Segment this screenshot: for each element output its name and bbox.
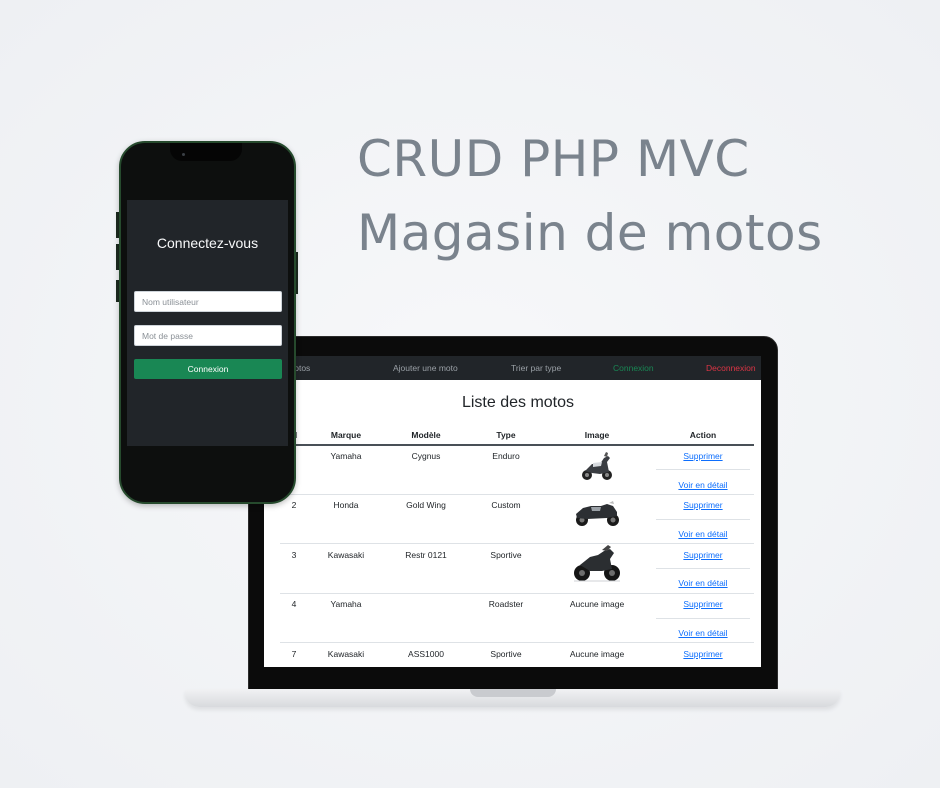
- column-header-modele: Modèle: [411, 430, 441, 440]
- password-input[interactable]: Mot de passe: [134, 325, 282, 346]
- detail-link[interactable]: Voir en détail: [667, 480, 739, 490]
- login-title: Connectez-vous: [156, 235, 259, 251]
- cell-modele: ASS1000: [408, 649, 444, 659]
- detail-link[interactable]: Voir en détail: [667, 628, 739, 638]
- headline-line-1: CRUD PHP MVC: [357, 130, 750, 188]
- scooter-image: [582, 452, 612, 480]
- cell-marque: Yamaha: [330, 599, 362, 609]
- delete-link[interactable]: Supprimer: [667, 649, 739, 659]
- column-header-marque: Marque: [330, 430, 362, 440]
- cell-marque: Kawasaki: [327, 550, 365, 560]
- delete-link[interactable]: Supprimer: [667, 550, 739, 560]
- cell-image-missing: Aucune image: [569, 649, 625, 659]
- delete-link[interactable]: Supprimer: [667, 599, 739, 609]
- detail-link[interactable]: Voir en détail: [667, 578, 739, 588]
- navbar: e des motos Ajouter une moto Trier par t…: [264, 356, 761, 380]
- row-divider: [280, 642, 754, 643]
- cell-image-missing: Aucune image: [569, 599, 625, 609]
- detail-link[interactable]: Voir en détail: [667, 529, 739, 539]
- cell-marque: Yamaha: [330, 451, 362, 461]
- phone-camera: [182, 153, 185, 156]
- delete-link[interactable]: Supprimer: [667, 451, 739, 461]
- laptop-notch: [470, 689, 556, 697]
- action-divider: [656, 568, 750, 569]
- page-title: Liste des motos: [461, 394, 575, 411]
- cell-id: 3: [291, 550, 297, 560]
- nav-item-ajouter[interactable]: Ajouter une moto: [393, 363, 458, 373]
- cell-id: 7: [291, 649, 297, 659]
- delete-link[interactable]: Supprimer: [667, 500, 739, 510]
- cell-type: Roadster: [488, 599, 524, 609]
- cell-id: 4: [291, 599, 297, 609]
- row-divider: [280, 494, 754, 495]
- nav-item-trier[interactable]: Trier par type: [511, 363, 561, 373]
- cell-id: 2: [291, 500, 297, 510]
- cell-marque: Honda: [333, 500, 359, 510]
- cell-modele: Cygnus: [411, 451, 441, 461]
- naked-bike-image: [574, 545, 620, 582]
- cell-modele: Gold Wing: [406, 500, 446, 510]
- action-divider: [656, 519, 750, 520]
- cell-type: Custom: [491, 500, 521, 510]
- row-divider: [280, 593, 754, 594]
- column-header-type: Type: [496, 430, 516, 440]
- cell-type: Enduro: [492, 451, 520, 461]
- column-header-action: Action: [689, 430, 717, 440]
- login-button[interactable]: Connexion: [134, 359, 282, 379]
- nav-item-deconnexion[interactable]: Deconnexion: [706, 363, 756, 373]
- laptop-screen: e des motos Ajouter une moto Trier par t…: [264, 356, 761, 667]
- action-divider: [656, 469, 750, 470]
- column-header-image: Image: [584, 430, 610, 440]
- phone-notch: [170, 143, 242, 161]
- cell-marque: Kawasaki: [327, 649, 365, 659]
- cell-type: Sportive: [490, 649, 522, 659]
- action-divider: [656, 618, 750, 619]
- header-divider: [280, 444, 754, 446]
- headline: CRUD PHP MVC Magasin de motos: [357, 122, 823, 270]
- username-input[interactable]: Nom utilisateur: [134, 291, 282, 312]
- nav-item-connexion[interactable]: Connexion: [613, 363, 654, 373]
- touring-bike-image: [576, 501, 619, 526]
- cell-modele: Restr 0121: [405, 550, 447, 560]
- row-divider: [280, 543, 754, 544]
- headline-line-2: Magasin de motos: [357, 204, 823, 262]
- cell-type: Sportive: [490, 550, 522, 560]
